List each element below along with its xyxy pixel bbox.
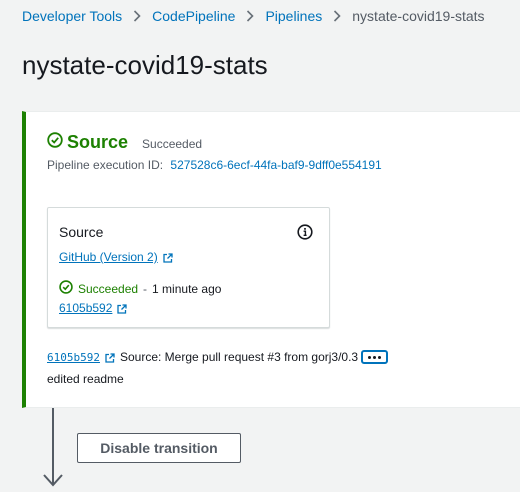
commit-row: 6105b592 Source: Merge pull request #3 f…	[47, 350, 389, 364]
arrow-down-icon	[43, 408, 63, 487]
breadcrumb-developer-tools[interactable]: Developer Tools	[22, 8, 122, 24]
stage-header: Source Succeeded	[47, 132, 202, 153]
check-circle-icon	[47, 132, 63, 153]
chevron-right-icon	[333, 10, 341, 22]
breadcrumb-codepipeline[interactable]: CodePipeline	[152, 8, 235, 24]
pipeline-execution-row: Pipeline execution ID: 527528c6-6ecf-44f…	[47, 158, 382, 172]
provider-link[interactable]: GitHub (Version 2)	[59, 250, 173, 264]
commit-id-link[interactable]: 6105b592	[47, 351, 100, 364]
external-link-icon	[163, 252, 173, 263]
external-link-icon	[117, 303, 128, 314]
provider-label: GitHub (Version 2)	[59, 250, 158, 264]
status-separator: -	[143, 281, 148, 296]
action-status-label: Succeeded	[78, 281, 139, 296]
action-title: Source	[59, 224, 104, 240]
info-icon[interactable]	[297, 224, 313, 240]
action-card: Source GitHub (Version 2) Succeeded - 1 …	[47, 207, 330, 328]
execution-id-label: Pipeline execution ID:	[47, 158, 164, 172]
chevron-right-icon	[246, 10, 255, 22]
stage-source: Source Succeeded Pipeline execution ID: …	[22, 111, 520, 408]
action-timestamp: 1 minute ago	[152, 281, 222, 296]
breadcrumb-current: nystate-covid19-stats	[352, 8, 485, 24]
external-link-icon[interactable]	[105, 352, 115, 363]
breadcrumb-pipelines[interactable]: Pipelines	[265, 8, 322, 24]
execution-id-link[interactable]: 527528c6-6ecf-44fa-baf9-9dff0e554191	[170, 158, 381, 172]
breadcrumb: Developer Tools CodePipeline Pipelines n…	[22, 8, 485, 24]
disable-transition-button[interactable]: Disable transition	[77, 433, 241, 463]
check-circle-icon	[59, 280, 73, 297]
action-status: Succeeded - 1 minute ago	[59, 280, 221, 297]
stage-status: Succeeded	[142, 137, 203, 151]
action-commit-link[interactable]: 6105b592	[59, 301, 128, 315]
commit-message: Source: Merge pull request #3 from gorj3…	[119, 350, 359, 364]
chevron-right-icon	[133, 10, 141, 22]
page-title: nystate-covid19-stats	[22, 50, 268, 80]
ellipsis-icon[interactable]	[361, 350, 389, 364]
action-commit-id: 6105b592	[59, 301, 113, 315]
stage-name: Source	[67, 132, 129, 152]
commit-description: edited readme	[47, 372, 124, 386]
